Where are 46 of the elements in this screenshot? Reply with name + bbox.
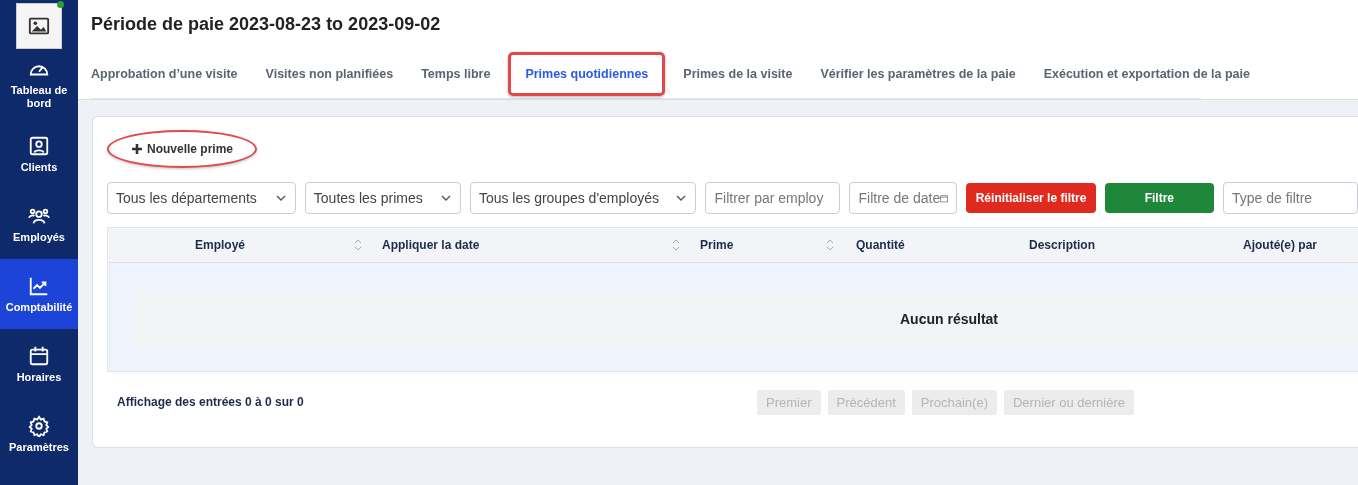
- image-icon: [28, 15, 50, 37]
- new-bonus-button[interactable]: Nouvelle prime: [107, 130, 258, 168]
- tab[interactable]: Visites non planifiées: [251, 52, 408, 96]
- dropdown[interactable]: Tous les groupes d'employés: [469, 182, 697, 214]
- tab[interactable]: Approbation d’une visite: [91, 52, 252, 96]
- sidebar-item[interactable]: Horaires: [0, 329, 78, 399]
- calendar-icon: [940, 192, 949, 204]
- dropdown[interactable]: Tous les départements: [107, 182, 296, 214]
- sidebar-item[interactable]: Comptabilité: [0, 259, 78, 329]
- sidebar-item[interactable]: Tableau de bord: [0, 49, 78, 119]
- empty-message: Aucun résultat: [900, 311, 998, 327]
- date-field[interactable]: Filtre de date: [849, 182, 958, 214]
- column-header: Prime: [700, 238, 734, 252]
- column-header: Employé: [195, 238, 245, 252]
- sidebar-item[interactable]: Paramètres: [0, 399, 78, 469]
- column-header: Description: [1029, 238, 1095, 252]
- calendar-icon: [28, 344, 50, 367]
- tab[interactable]: Primes quotidiennes: [508, 52, 666, 96]
- sidebar-item[interactable]: Employés: [0, 189, 78, 259]
- tab[interactable]: Exécution et exportation de la paie: [1029, 52, 1264, 96]
- tab[interactable]: Vérifier les paramètres de la paie: [806, 52, 1030, 96]
- filter-input[interactable]: Type de filtre: [1223, 182, 1358, 214]
- entries-info: Affichage des entrées 0 à 0 sur 0: [117, 395, 305, 409]
- plus-icon: [131, 143, 143, 155]
- dropdown[interactable]: Toutes les primes: [304, 182, 461, 214]
- sidebar-item[interactable]: Clients: [0, 119, 78, 189]
- sidebar-label: Employés: [12, 230, 66, 244]
- filter-input[interactable]: Filtrer par employ: [705, 182, 841, 214]
- column-header: Appliquer la date: [382, 238, 480, 252]
- sidebar-label: Comptabilité: [4, 300, 74, 314]
- column-header: Quantité: [856, 238, 905, 252]
- sort-icon[interactable]: [354, 239, 362, 251]
- sort-icon[interactable]: [672, 239, 680, 251]
- tab[interactable]: Temps libre: [407, 52, 505, 96]
- sidebar-label: Clients: [19, 160, 59, 174]
- column-header: Ajouté(e) par: [1243, 238, 1317, 252]
- reset-filter-button[interactable]: Réinitialiser le filtre: [966, 183, 1096, 213]
- sidebar-label: Tableau de bord: [9, 84, 69, 110]
- sidebar-label: Horaires: [15, 370, 63, 384]
- contact-card-icon: [28, 134, 50, 157]
- tab[interactable]: Primes de la visite: [669, 52, 807, 96]
- sort-icon[interactable]: [826, 239, 834, 251]
- settings-icon: [28, 414, 50, 437]
- page-title: Période de paie 2023-08-23 to 2023-09-02: [91, 14, 442, 36]
- sidebar-label: Paramètres: [8, 440, 70, 454]
- filter-button[interactable]: Filtre: [1104, 183, 1214, 213]
